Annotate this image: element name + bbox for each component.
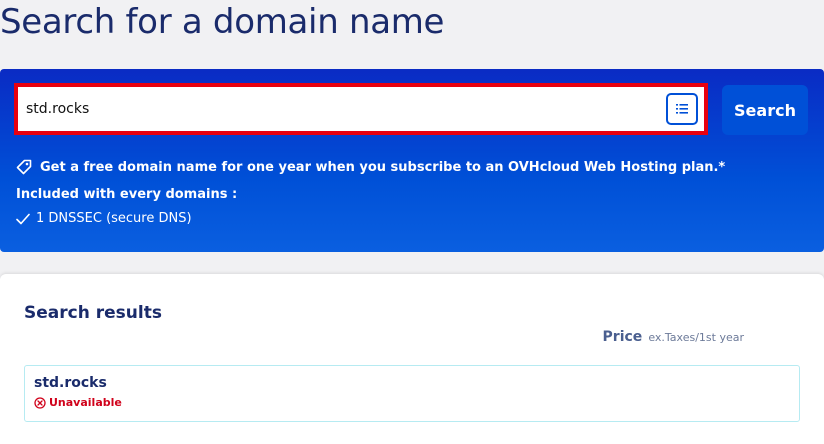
page-title: Search for a domain name	[0, 2, 445, 42]
price-note: ex.Taxes/1st year	[648, 331, 744, 344]
feature-item: 1 DNSSEC (secure DNS)	[16, 211, 192, 226]
results-title: Search results	[24, 303, 162, 323]
circle-x-icon	[34, 396, 46, 409]
bulk-list-button[interactable]	[666, 93, 698, 125]
promo-banner: Get a free domain name for one year when…	[16, 159, 725, 175]
search-field[interactable]	[14, 83, 708, 135]
list-icon	[676, 104, 688, 114]
search-button[interactable]: Search	[722, 85, 808, 135]
check-icon	[16, 213, 30, 224]
search-results-card: Search results Price ex.Taxes/1st year s…	[0, 274, 824, 444]
price-label: Price	[602, 329, 643, 345]
tag-icon	[16, 159, 32, 175]
status-label: Unavailable	[49, 396, 122, 409]
search-panel: Search Get a free domain name for one ye…	[0, 69, 824, 252]
search-input[interactable]	[26, 87, 656, 131]
result-row: std.rocks Unavailable	[24, 365, 800, 422]
price-column-header: Price ex.Taxes/1st year	[603, 329, 744, 345]
result-domain: std.rocks	[34, 375, 107, 391]
promo-text: Get a free domain name for one year when…	[40, 159, 726, 175]
included-heading: Included with every domains :	[16, 187, 238, 202]
status-badge: Unavailable	[34, 396, 122, 409]
feature-label: 1 DNSSEC (secure DNS)	[36, 211, 192, 226]
